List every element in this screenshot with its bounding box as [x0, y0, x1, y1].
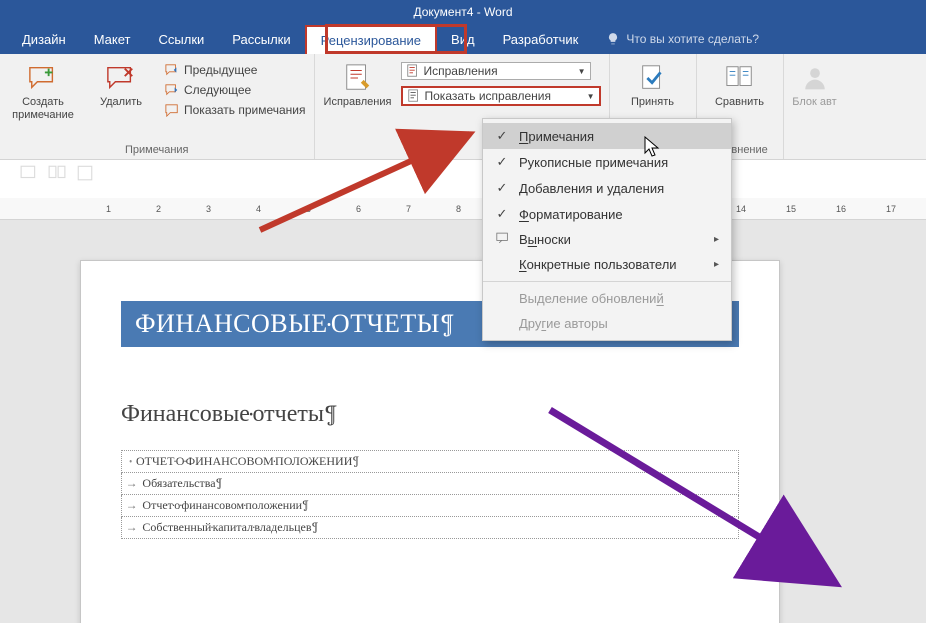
menu-label: Выделение обновлений — [519, 291, 664, 306]
menu-label: Рукописные примечания — [519, 155, 668, 170]
tell-me-search[interactable]: Что вы хотите сделать? — [592, 32, 759, 46]
accept-label: Принять — [631, 96, 674, 109]
ribbon: Создать примечание Удалить Предыдущее Сл… — [0, 54, 926, 160]
horizontal-ruler[interactable]: 123456781415161718 — [0, 198, 926, 220]
toc-table: • ОТЧЕТ·О·ФИНАНСОВОМ·ПОЛОЖЕНИИ¶ → Обязат… — [121, 450, 739, 539]
person-icon — [799, 62, 831, 94]
doc-heading-1: Финансовые·отчеты¶ — [121, 399, 739, 428]
menu-label: Другие авторы — [519, 316, 608, 331]
new-comment-icon — [27, 62, 59, 94]
qat-icon[interactable] — [48, 164, 66, 182]
group-comments: Создать примечание Удалить Предыдущее Сл… — [0, 54, 315, 159]
show-comments-label: Показать примечания — [184, 103, 306, 117]
show-markup-label: Показать исправления — [425, 89, 583, 103]
quick-access-toolbar — [20, 164, 94, 182]
check-icon: ✓ — [495, 180, 509, 196]
compare-icon — [724, 62, 756, 94]
menu-label: Выноски — [519, 232, 571, 247]
doc-icon — [406, 64, 420, 78]
previous-label: Предыдущее — [184, 63, 257, 77]
menu-item-specific-people[interactable]: Конкретные пользователи — [483, 252, 731, 277]
compare-button[interactable]: Сравнить — [705, 58, 775, 109]
next-icon — [164, 82, 180, 98]
tab-mailings[interactable]: Рассылки — [218, 26, 304, 53]
menu-item-comments[interactable]: ✓ Примечания — [483, 123, 731, 149]
menu-label: Добавления и удаления — [519, 181, 664, 196]
chevron-down-icon: ▼ — [578, 67, 586, 76]
display-dd-label: Исправления — [424, 64, 574, 78]
ruler-number: 17 — [886, 204, 896, 214]
ruler-number: 3 — [206, 204, 211, 214]
accept-icon — [637, 62, 669, 94]
menu-item-other-authors: Другие авторы — [483, 311, 731, 336]
previous-comment-button[interactable]: Предыдущее — [164, 62, 306, 78]
tab-references[interactable]: Ссылки — [145, 26, 219, 53]
group-comments-label: Примечания — [8, 142, 306, 159]
show-markup-dropdown[interactable]: Показать исправления ▼ — [401, 86, 601, 106]
display-for-review-dropdown[interactable]: Исправления ▼ — [401, 62, 591, 80]
next-label: Следующее — [184, 83, 251, 97]
doc-icon — [407, 89, 421, 103]
ruler-number: 7 — [406, 204, 411, 214]
ruler-number: 8 — [456, 204, 461, 214]
ribbon-tabs: Дизайн Макет Ссылки Рассылки Рецензирова… — [0, 24, 926, 54]
check-icon: ✓ — [495, 206, 509, 222]
tab-design[interactable]: Дизайн — [8, 26, 80, 53]
ruler-number: 1 — [106, 204, 111, 214]
tab-developer[interactable]: Разработчик — [489, 26, 593, 53]
check-icon: ✓ — [495, 154, 509, 170]
qat-icon[interactable] — [20, 164, 38, 182]
menu-item-highlight-updates: Выделение обновлений — [483, 286, 731, 311]
accept-button[interactable]: Принять — [618, 58, 688, 109]
menu-label: Примечания — [519, 129, 594, 144]
menu-label: Форматирование — [519, 207, 623, 222]
toc-heading: • ОТЧЕТ·О·ФИНАНСОВОМ·ПОЛОЖЕНИИ¶ — [122, 451, 739, 473]
ruler-number: 5 — [306, 204, 311, 214]
toc-row: → Собственный·капитал·владельцев¶ — [122, 517, 739, 539]
menu-item-ink[interactable]: ✓ Рукописные примечания — [483, 149, 731, 175]
bulb-icon — [606, 32, 620, 46]
track-changes-button[interactable]: Исправления — [323, 58, 393, 109]
balloon-icon — [495, 232, 509, 247]
previous-icon — [164, 62, 180, 78]
window-title: Документ4 - Word — [0, 0, 926, 24]
tab-review[interactable]: Рецензирование — [305, 25, 437, 54]
block-label: Блок авт — [792, 96, 836, 109]
next-comment-button[interactable]: Следующее — [164, 82, 306, 98]
document-area: ФИНАНСОВЫЕ·ОТЧЕТЫ¶ Финансовые·отчеты¶ • … — [0, 220, 926, 623]
group-protect: Блок авт — [784, 54, 846, 159]
tab-view[interactable]: Вид — [437, 26, 489, 53]
show-markup-menu: ✓ Примечания ✓ Рукописные примечания ✓ Д… — [482, 118, 732, 341]
new-comment-button[interactable]: Создать примечание — [8, 58, 78, 122]
toc-row: → Отчет·о·финансовом·положении¶ — [122, 495, 739, 517]
show-comments-icon — [164, 102, 180, 118]
ruler-number: 15 — [786, 204, 796, 214]
qat-icon[interactable] — [76, 164, 94, 182]
delete-comment-label: Удалить — [100, 96, 142, 109]
delete-comment-button[interactable]: Удалить — [86, 58, 156, 109]
ruler-number: 16 — [836, 204, 846, 214]
menu-item-balloons[interactable]: Выноски — [483, 227, 731, 252]
check-icon: ✓ — [495, 128, 509, 144]
track-changes-label: Исправления — [324, 96, 392, 109]
tell-me-label: Что вы хотите сделать? — [626, 32, 759, 46]
new-comment-label: Создать примечание — [8, 96, 78, 122]
ruler-number: 4 — [256, 204, 261, 214]
menu-item-insertions[interactable]: ✓ Добавления и удаления — [483, 175, 731, 201]
tab-layout[interactable]: Макет — [80, 26, 145, 53]
track-changes-icon — [342, 62, 374, 94]
block-authors-button[interactable]: Блок авт — [792, 58, 838, 109]
chevron-down-icon: ▼ — [587, 92, 595, 101]
ruler-number: 14 — [736, 204, 746, 214]
ruler-number: 6 — [356, 204, 361, 214]
compare-label: Сравнить — [715, 96, 764, 109]
delete-comment-icon — [105, 62, 137, 94]
ruler-number: 2 — [156, 204, 161, 214]
menu-item-formatting[interactable]: ✓ Форматирование — [483, 201, 731, 227]
menu-separator — [483, 281, 731, 282]
show-comments-button[interactable]: Показать примечания — [164, 102, 306, 118]
menu-label: Конкретные пользователи — [519, 257, 677, 272]
toc-row: → Обязательства¶ — [122, 473, 739, 495]
